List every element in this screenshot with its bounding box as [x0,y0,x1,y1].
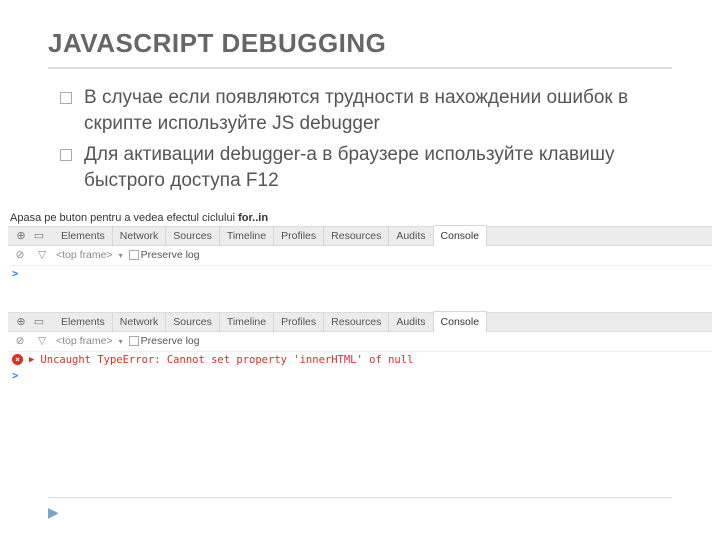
tab-elements[interactable]: Elements [54,226,113,246]
page-title: JAVASCRIPT DEBUGGING [48,28,672,69]
tab-sources[interactable]: Sources [166,226,220,246]
tab-elements[interactable]: Elements [54,312,113,332]
frame-selector[interactable]: <top frame> [56,249,113,261]
list-item: Для активации debugger-а в браузере испо… [60,142,672,193]
devtools-tabs: Elements Network Sources Timeline Profil… [54,226,487,246]
checkbox-icon [129,336,139,346]
tab-timeline[interactable]: Timeline [220,312,274,332]
console-toolbar: ⊘ ▽ <top frame> ▾ Preserve log [8,332,712,352]
caption: Apasa pe buton pentru a vedea efectul ci… [8,212,712,224]
inspect-icon[interactable]: ⊕ [12,229,30,242]
tab-audits[interactable]: Audits [389,226,433,246]
devtools-tabs: Elements Network Sources Timeline Profil… [54,312,487,332]
caption-bold: for..in [238,212,268,224]
inspect-icon[interactable]: ⊕ [12,315,30,328]
list-item: В случае если появляются трудности в нах… [60,85,672,136]
device-icon[interactable]: ▭ [30,315,48,328]
preserve-log-label: Preserve log [141,335,200,347]
prompt-icon: > [12,268,22,280]
tab-timeline[interactable]: Timeline [220,226,274,246]
tab-audits[interactable]: Audits [389,312,433,332]
devtools-panel-2: ⊕ ▭ Elements Network Sources Timeline Pr… [8,312,712,384]
tab-network[interactable]: Network [113,312,167,332]
caption-text: Apasa pe buton pentru a vedea efectul ci… [10,212,238,224]
prompt-icon: > [12,370,22,382]
console-output[interactable]: > [8,368,712,384]
chevron-down-icon[interactable]: ▾ [119,337,123,346]
tab-resources[interactable]: Resources [324,226,389,246]
device-icon[interactable]: ▭ [30,229,48,242]
devtools-tabbar: ⊕ ▭ Elements Network Sources Timeline Pr… [8,226,712,246]
error-text: Uncaught TypeError: Cannot set property … [40,354,413,366]
preserve-log-checkbox[interactable]: Preserve log [129,335,200,347]
tab-network[interactable]: Network [113,226,167,246]
filter-icon[interactable]: ▽ [34,335,50,347]
tab-sources[interactable]: Sources [166,312,220,332]
slide-footer: ▶ [48,497,672,522]
clear-icon[interactable]: ⊘ [12,249,28,261]
devtools-panel-1: Apasa pe buton pentru a vedea efectul ci… [8,212,712,282]
filter-icon[interactable]: ▽ [34,249,50,261]
chevron-down-icon[interactable]: ▾ [119,251,123,260]
console-output[interactable]: > [8,266,712,282]
error-arrow-icon: ▶ [29,355,34,365]
tab-console[interactable]: Console [434,311,488,332]
tab-profiles[interactable]: Profiles [274,312,324,332]
devtools-tabbar: ⊕ ▭ Elements Network Sources Timeline Pr… [8,312,712,332]
preserve-log-checkbox[interactable]: Preserve log [129,249,200,261]
tab-resources[interactable]: Resources [324,312,389,332]
tab-console[interactable]: Console [434,225,488,246]
clear-icon[interactable]: ⊘ [12,335,28,347]
preserve-log-label: Preserve log [141,249,200,261]
tab-profiles[interactable]: Profiles [274,226,324,246]
console-error-row[interactable]: × ▶ Uncaught TypeError: Cannot set prope… [8,352,712,368]
console-toolbar: ⊘ ▽ <top frame> ▾ Preserve log [8,246,712,266]
checkbox-icon [129,250,139,260]
bullet-list: В случае если появляются трудности в нах… [48,85,672,194]
error-icon: × [12,354,23,365]
footer-arrow-icon: ▶ [48,504,59,520]
frame-selector[interactable]: <top frame> [56,335,113,347]
